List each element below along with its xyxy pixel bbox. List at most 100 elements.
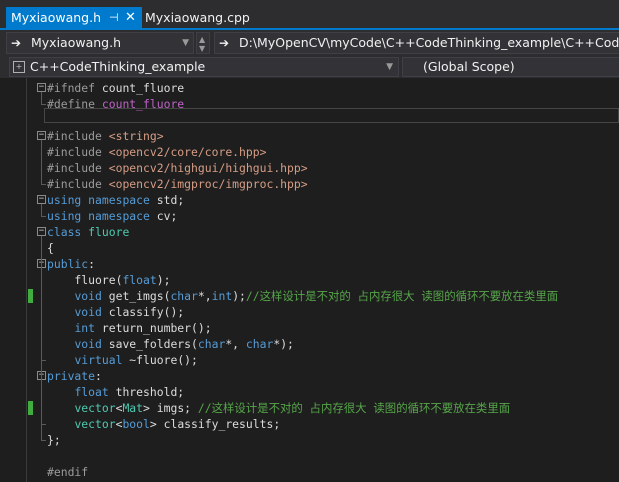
outline-guide-end (41, 440, 46, 441)
code-token: char (197, 337, 226, 351)
code-line[interactable]: #include <opencv2/imgproc/imgproc.hpp> (47, 176, 308, 192)
code-token: #endif (47, 465, 89, 479)
arrow-right-icon: ➔ (11, 36, 22, 50)
code-line[interactable]: void save_folders(char*, char*); (47, 336, 294, 352)
code-token: int (211, 289, 233, 303)
code-token: #include (47, 161, 109, 175)
code-line[interactable]: int return_number(); (47, 320, 211, 336)
code-token: *); (273, 337, 294, 351)
scope-dropdown-label: (Global Scope) (423, 59, 515, 74)
code-token: count_fluore (101, 97, 185, 111)
change-marker (28, 289, 33, 303)
tab-myxiaowang-h[interactable]: Myxiaowang.h ⊣ ✕ (6, 7, 142, 28)
fold-toggle-icon[interactable]: − (37, 195, 46, 204)
code-token: //这样设计是不对的 占内存很大 读图的循环不要放在类里面 (197, 401, 511, 415)
gutter-divider (26, 78, 27, 482)
arrow-right-icon: ➔ (219, 36, 230, 50)
code-token: *, (197, 289, 212, 303)
outline-guide (41, 204, 42, 216)
outline-guide-end (41, 104, 46, 105)
code-token: save_folders( (101, 337, 198, 351)
fold-toggle-icon[interactable]: − (37, 227, 46, 236)
code-line[interactable]: #include <opencv2/core/core.hpp> (47, 144, 266, 160)
code-line[interactable]: }; (47, 432, 61, 448)
code-line[interactable]: #include <string> (47, 128, 164, 144)
code-line[interactable]: void get_imgs(char*,int);//这样设计是不对的 占内存很… (47, 288, 558, 304)
code-token: #include (47, 145, 109, 159)
code-token: //这样设计是不对的 占内存很大 读图的循环不要放在类里面 (245, 289, 559, 303)
code-token: void (74, 337, 102, 351)
scope-dropdown[interactable]: (Global Scope) (402, 57, 619, 77)
tab-myxiaowang-cpp[interactable]: Myxiaowang.cpp (145, 7, 250, 28)
code-line[interactable]: #define count_fluore (47, 96, 184, 112)
code-editor[interactable]: #ifndef count_fluore − #define count_fluor… (0, 78, 619, 482)
code-token: vector (74, 417, 116, 431)
code-token: : (95, 369, 102, 383)
pin-icon[interactable]: ⊣ (109, 7, 119, 28)
path-dropdown[interactable]: ➔ D:\MyOpenCV\myCode\C++CodeThinking_exa… (214, 32, 619, 54)
outline-guide-end (41, 184, 46, 185)
code-line[interactable]: #endif (47, 464, 88, 480)
code-line[interactable]: virtual ~fluore(); (47, 352, 197, 368)
code-line[interactable]: #include <opencv2/highgui/highgui.hpp> (47, 160, 308, 176)
tab-strip: Myxiaowang.h ⊣ ✕ Myxiaowang.cpp (0, 0, 619, 30)
chevron-down-icon[interactable]: ▼ (199, 45, 205, 53)
outline-guide (41, 140, 42, 184)
code-token: using (47, 209, 82, 223)
code-line[interactable]: void classify(); (47, 304, 184, 320)
code-token: > imgs; (143, 401, 198, 415)
code-line[interactable]: fluore(float); (47, 272, 170, 288)
code-token: private (47, 369, 96, 383)
close-icon[interactable]: ✕ (125, 7, 136, 28)
fold-toggle-icon[interactable]: − (37, 83, 46, 92)
code-line[interactable]: using namespace std; (47, 192, 184, 208)
code-token: threshold; (108, 385, 185, 399)
code-token: char (245, 337, 274, 351)
code-token: vector (74, 401, 116, 415)
outline-guide (41, 92, 42, 104)
class-dropdown[interactable]: + C++CodeThinking_example ▼ (9, 57, 399, 77)
code-line[interactable]: vector<Mat> imgs; //这样设计是不对的 占内存很大 读图的循环… (47, 400, 510, 416)
code-token: bool (122, 417, 150, 431)
project-icon: + (13, 61, 25, 73)
code-token: class (47, 225, 82, 239)
tab-title: Myxiaowang.cpp (145, 10, 250, 25)
code-line[interactable]: #ifndef count_fluore (47, 80, 184, 96)
code-token: cv; (149, 209, 178, 223)
chevron-up-icon[interactable]: ▲ (199, 36, 205, 44)
outline-guide-end (41, 424, 46, 425)
navigation-bar: ➔ Myxiaowang.h ▼ ▲ ▼ ➔ D:\MyOpenCV\myCod… (0, 30, 619, 56)
outline-guide-end (41, 216, 46, 217)
code-token: : (88, 257, 96, 271)
code-token: fluore( (47, 273, 123, 287)
code-line[interactable]: float threshold; (47, 384, 184, 400)
path-dropdown-label: D:\MyOpenCV\myCode\C++CodeThinking_examp… (239, 35, 619, 50)
chevron-down-icon: ▼ (182, 38, 189, 48)
code-line[interactable]: private: (47, 368, 102, 384)
code-token: <opencv2/core/core.hpp> (108, 145, 267, 159)
code-line[interactable]: using namespace cv; (47, 208, 177, 224)
code-token: #include (47, 129, 109, 143)
code-token: namespace (88, 209, 150, 223)
code-token: #include (47, 177, 109, 191)
file-spinner[interactable]: ▲ ▼ (196, 32, 210, 54)
code-token: Mat (122, 401, 144, 415)
code-line[interactable]: public: (47, 256, 95, 272)
code-line[interactable]: vector<bool> classify_results; (47, 416, 280, 432)
code-line[interactable]: class fluore (47, 224, 129, 240)
class-dropdown-label: C++CodeThinking_example (30, 59, 206, 74)
outline-guide-end (41, 360, 46, 361)
fold-toggle-icon[interactable]: − (37, 131, 46, 140)
file-dropdown[interactable]: ➔ Myxiaowang.h ▼ (6, 32, 194, 54)
code-token: classify(); (101, 305, 185, 319)
code-line[interactable]: { (47, 240, 54, 256)
code-token: float (122, 273, 157, 287)
file-dropdown-label: Myxiaowang.h (31, 35, 121, 50)
